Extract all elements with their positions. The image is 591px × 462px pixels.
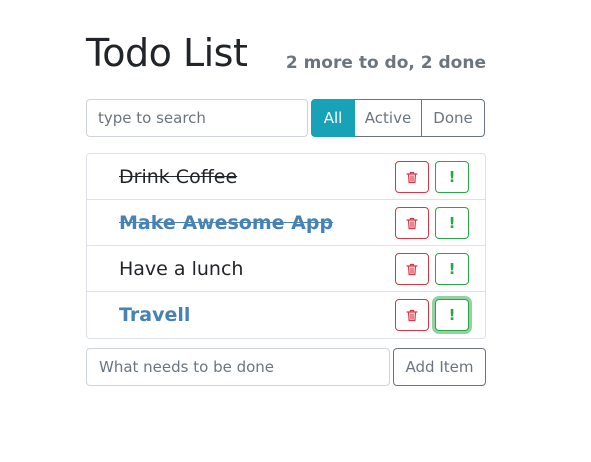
mark-important-button[interactable]: ! xyxy=(435,161,469,193)
trash-icon xyxy=(406,171,418,183)
mark-important-button[interactable]: ! xyxy=(435,207,469,239)
filter-active-button[interactable]: Active xyxy=(354,99,422,137)
app-header: Todo List 2 more to do, 2 done xyxy=(86,30,486,80)
todo-item: Travell ! xyxy=(87,292,485,338)
search-input[interactable] xyxy=(86,99,308,137)
todo-item-label[interactable]: Drink Coffee xyxy=(119,154,237,200)
mark-important-button[interactable]: ! xyxy=(435,299,469,331)
new-item-input[interactable] xyxy=(86,348,390,386)
delete-button[interactable] xyxy=(395,161,429,193)
search-panel: All Active Done xyxy=(86,99,486,137)
exclamation-icon: ! xyxy=(448,213,456,232)
status-filter: All Active Done xyxy=(311,99,485,137)
todo-item-label[interactable]: Travell xyxy=(119,292,190,338)
add-item-form: Add Item xyxy=(86,348,486,386)
filter-all-button[interactable]: All xyxy=(311,99,355,137)
todo-item: Drink Coffee ! xyxy=(87,154,485,200)
exclamation-icon: ! xyxy=(448,167,456,186)
todo-list: Drink Coffee ! Make Awesome App ! Have a… xyxy=(86,153,486,339)
trash-icon xyxy=(406,309,418,321)
delete-button[interactable] xyxy=(395,253,429,285)
delete-button[interactable] xyxy=(395,207,429,239)
page-title: Todo List xyxy=(86,31,248,75)
todo-status-counter: 2 more to do, 2 done xyxy=(285,53,486,73)
exclamation-icon: ! xyxy=(448,259,456,278)
todo-item: Have a lunch ! xyxy=(87,246,485,292)
filter-done-button[interactable]: Done xyxy=(421,99,485,137)
delete-button[interactable] xyxy=(395,299,429,331)
mark-important-button[interactable]: ! xyxy=(435,253,469,285)
add-item-button[interactable]: Add Item xyxy=(393,348,486,386)
todo-item-label[interactable]: Have a lunch xyxy=(119,246,243,292)
trash-icon xyxy=(406,263,418,275)
todo-item: Make Awesome App ! xyxy=(87,200,485,246)
todo-item-label[interactable]: Make Awesome App xyxy=(119,200,333,246)
trash-icon xyxy=(406,217,418,229)
exclamation-icon: ! xyxy=(448,305,456,324)
